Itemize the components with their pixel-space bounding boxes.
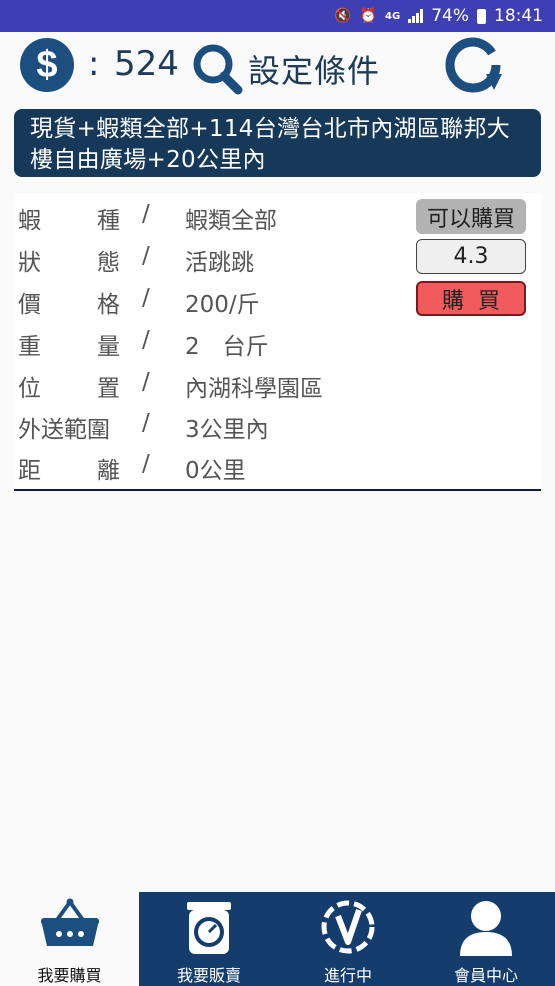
nav-member-label: 會員中心 xyxy=(453,966,518,985)
in-progress-icon xyxy=(321,900,375,954)
balance-value: 524 xyxy=(114,44,179,84)
row-shrimp-type: 蝦種 / 蝦類全部 xyxy=(18,201,277,234)
buy-button[interactable]: 購買 xyxy=(416,281,526,316)
value-status: 活跳跳 xyxy=(185,250,254,276)
nav-in-progress[interactable]: 進行中 xyxy=(279,892,417,986)
condition-line-1: 現貨+蝦類全部+114台灣台北市內湖區聯邦大 xyxy=(30,116,511,142)
row-weight: 重量 / 2 台斤 xyxy=(18,327,269,360)
row-status: 狀態 / 活跳跳 xyxy=(18,243,254,276)
row-location: 位置 / 內湖科學園區 xyxy=(18,369,323,402)
value-location: 內湖科學園區 xyxy=(185,376,323,402)
mute-icon: 🔇 xyxy=(334,8,352,24)
rating-badge[interactable]: 4.3 xyxy=(416,239,526,274)
nav-buy[interactable]: 我要購買 xyxy=(0,892,139,986)
basket-icon xyxy=(40,898,99,946)
battery-percent: 74% xyxy=(431,6,469,26)
value-shrimp-type: 蝦類全部 xyxy=(185,208,277,234)
search-icon[interactable] xyxy=(190,40,246,96)
network-type: 4G xyxy=(385,10,401,22)
search-condition-banner[interactable]: 現貨+蝦類全部+114台灣台北市內湖區聯邦大 樓自由廣場+20公里內 xyxy=(14,109,541,177)
listing-card: 蝦種 / 蝦類全部 狀態 / 活跳跳 價格 / 200/斤 重量 / 2 台斤 … xyxy=(14,193,541,491)
row-price: 價格 / 200/斤 xyxy=(18,285,260,318)
bottom-nav: 我要購買 我要販賣 進行中 會員中心 xyxy=(0,892,555,986)
battery-icon xyxy=(477,8,486,24)
row-delivery-range: 外送範圍 / 3公里內 xyxy=(18,410,269,443)
nav-buy-label: 我要購買 xyxy=(37,966,102,985)
clock: 18:41 xyxy=(494,6,543,26)
value-price: 200/斤 xyxy=(185,292,260,318)
status-bar: 🔇 ⏰ 4G 74% 18:41 xyxy=(0,0,555,32)
can-buy-badge: 可以購買 xyxy=(416,199,526,234)
value-delivery-range: 3公里內 xyxy=(185,417,269,443)
settings-button[interactable]: 設定條件 xyxy=(248,46,380,92)
value-weight: 2 台斤 xyxy=(185,334,269,360)
condition-line-2: 樓自由廣場+20公里內 xyxy=(30,147,266,173)
nav-sell-label: 我要販賣 xyxy=(176,966,241,985)
signal-icon xyxy=(408,9,424,23)
nav-in-progress-label: 進行中 xyxy=(323,966,372,985)
dollar-icon[interactable]: $ xyxy=(20,38,74,92)
value-distance: 0公里 xyxy=(185,458,246,484)
nav-member[interactable]: 會員中心 xyxy=(417,892,555,986)
row-distance: 距離 / 0公里 xyxy=(18,451,246,484)
balance-colon: : xyxy=(88,44,100,84)
scale-icon xyxy=(187,902,231,954)
alarm-icon: ⏰ xyxy=(359,8,378,24)
top-bar: $ : 524 設定條件 xyxy=(0,32,555,98)
refresh-icon[interactable] xyxy=(442,34,504,96)
nav-sell[interactable]: 我要販賣 xyxy=(139,892,279,986)
member-icon xyxy=(460,901,512,956)
